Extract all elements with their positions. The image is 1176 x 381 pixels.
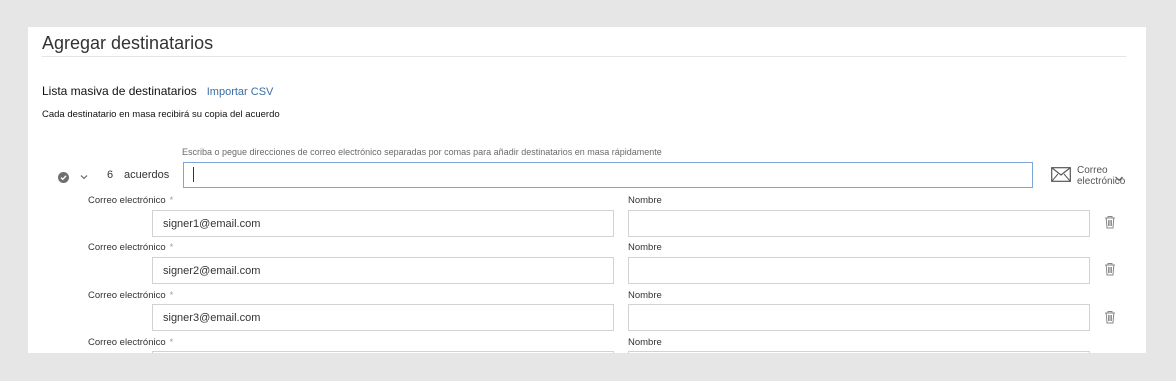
email-value: signer2@email.com [163,264,261,277]
name-label: Nombre [628,290,662,301]
name-label: Nombre [628,337,662,348]
delivery-method-select[interactable]: Correo electrónico [1077,165,1137,187]
name-field[interactable] [628,304,1090,331]
add-recipients-panel: Agregar destinatarios Lista masiva de de… [28,27,1146,353]
name-label: Nombre [628,242,662,253]
delivery-method-line1: Correo [1077,165,1108,176]
envelope-icon[interactable] [1051,167,1071,187]
email-field[interactable] [152,351,614,353]
bulk-list-subtitle: Cada destinatario en masa recibirá su co… [42,109,280,120]
title-divider [42,56,1126,57]
bulk-list-label: Lista masiva de destinatarios [42,84,197,98]
email-value: signer3@email.com [163,311,261,324]
import-csv-link[interactable]: Importar CSV [207,86,274,98]
email-value: signer1@email.com [163,217,261,230]
trash-icon[interactable] [1104,215,1116,234]
check-circle-icon [58,172,69,183]
email-label: Correo electrónico * [88,195,174,206]
bulk-input-hint: Escriba o pegue direcciones de correo el… [182,147,662,157]
agreement-count-label: acuerdos [124,169,170,181]
required-mark: * [169,242,174,252]
required-mark: * [169,337,174,347]
text-cursor [193,167,194,182]
email-label: Correo electrónico * [88,242,174,253]
email-field[interactable]: signer1@email.com [152,210,614,237]
email-field[interactable]: signer2@email.com [152,257,614,284]
required-mark: * [169,195,174,205]
agreement-count: 6 [107,169,114,181]
email-field[interactable]: signer3@email.com [152,304,614,331]
name-field[interactable] [628,351,1090,353]
delivery-chevron-down-icon[interactable] [1114,170,1124,188]
bulk-list-header: Lista masiva de destinatarios Importar C… [42,84,273,98]
page-title: Agregar destinatarios [42,33,214,53]
name-field[interactable] [628,210,1090,237]
chevron-down-icon[interactable] [79,169,89,187]
email-label: Correo electrónico * [88,290,174,301]
name-field[interactable] [628,257,1090,284]
email-label: Correo electrónico * [88,337,174,348]
trash-icon[interactable] [1104,310,1116,329]
name-label: Nombre [628,195,662,206]
bulk-email-input[interactable] [183,162,1033,188]
required-mark: * [169,290,174,300]
trash-icon[interactable] [1104,262,1116,281]
